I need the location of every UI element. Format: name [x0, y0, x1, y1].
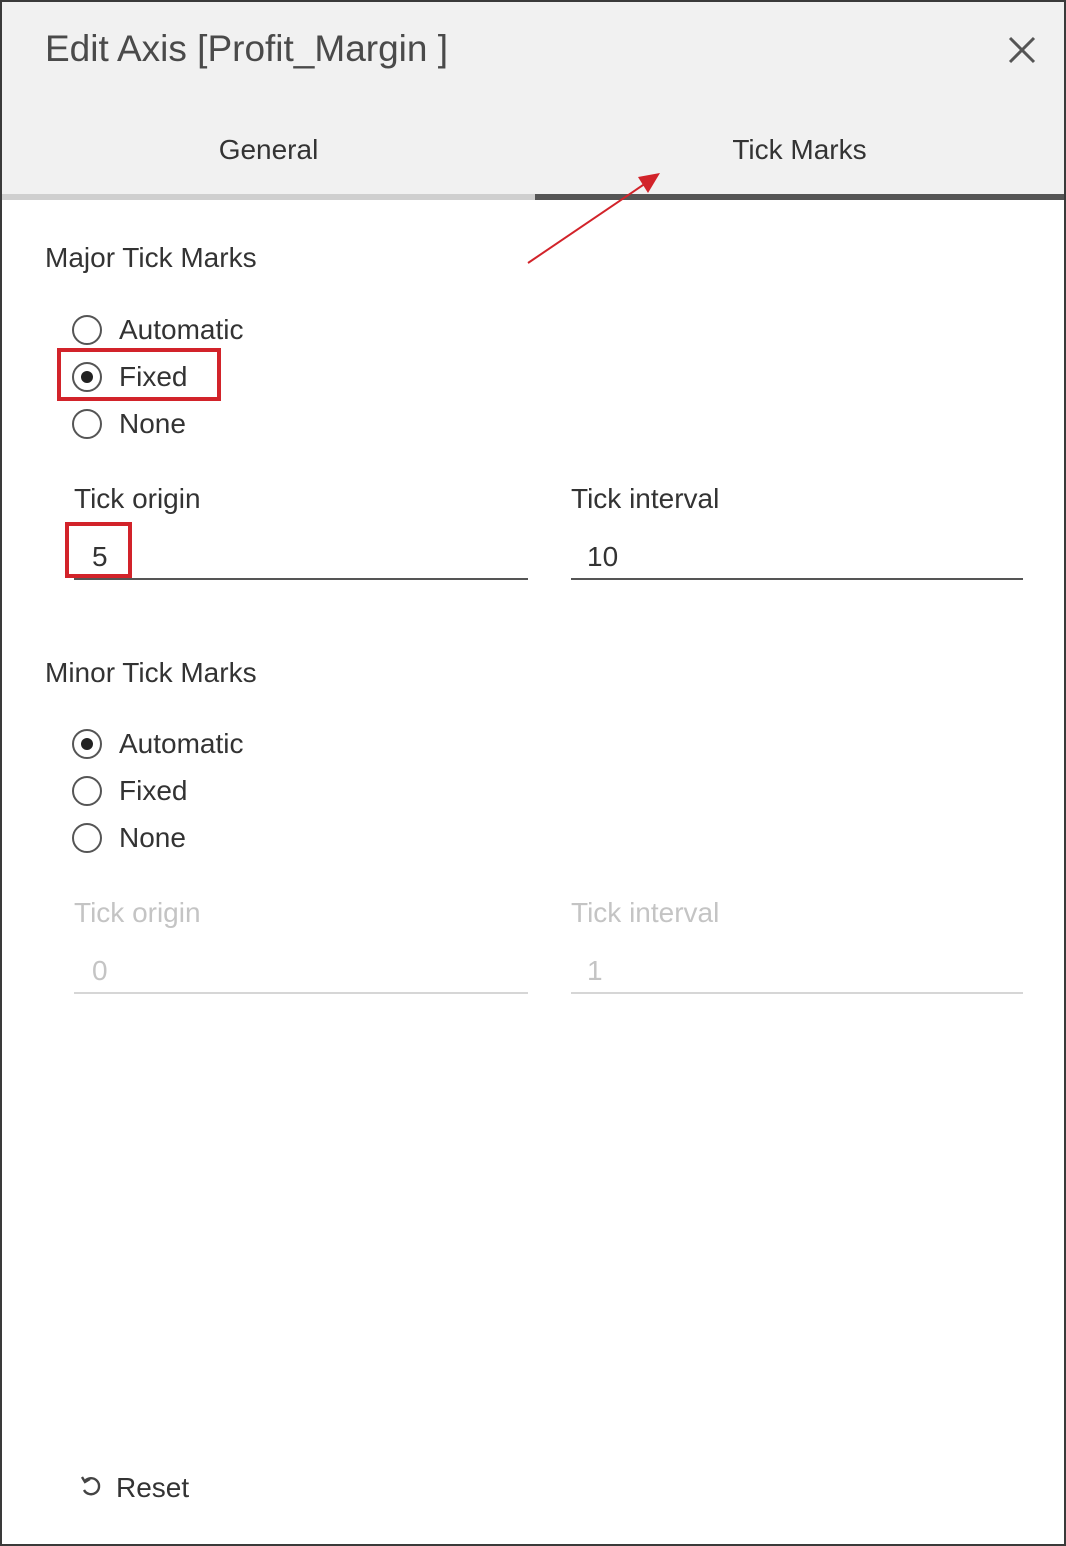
major-radio-fixed[interactable]: Fixed — [72, 357, 187, 397]
dialog-title: Edit Axis [Profit_Margin ] — [45, 28, 449, 69]
tab-general-underline — [2, 194, 535, 200]
close-icon[interactable] — [1002, 30, 1042, 70]
minor-radio-none[interactable]: None — [72, 818, 186, 858]
minor-tick-interval-input — [571, 950, 1023, 994]
major-tick-interval-label: Tick interval — [571, 483, 720, 514]
radio-label: Automatic — [119, 728, 244, 759]
major-tick-origin-input[interactable] — [74, 536, 528, 580]
minor-tick-marks-heading: Minor Tick Marks — [45, 657, 257, 688]
radio-button[interactable] — [72, 729, 102, 759]
minor-tick-origin-input — [74, 950, 528, 994]
reset-button[interactable]: Reset — [78, 1468, 189, 1508]
minor-radio-automatic[interactable]: Automatic — [72, 724, 244, 764]
tab-tick-marks[interactable]: Tick Marks — [535, 134, 1064, 174]
radio-label: Fixed — [119, 775, 188, 806]
edit-axis-dialog: Edit Axis [Profit_Margin ] General Tick … — [0, 0, 1066, 1546]
major-radio-automatic[interactable]: Automatic — [72, 310, 244, 350]
major-tick-marks-heading: Major Tick Marks — [45, 242, 257, 273]
major-tick-origin-label: Tick origin — [74, 483, 201, 514]
radio-label: None — [119, 408, 186, 439]
minor-tick-origin-label: Tick origin — [74, 897, 201, 928]
dialog-header: Edit Axis [Profit_Margin ] General Tick … — [2, 2, 1064, 200]
radio-button[interactable] — [72, 776, 102, 806]
radio-button[interactable] — [72, 823, 102, 853]
reset-icon — [78, 1473, 104, 1504]
tab-general[interactable]: General — [2, 134, 535, 174]
reset-label: Reset — [116, 1472, 190, 1503]
radio-label: Automatic — [119, 314, 244, 345]
tab-tick-marks-underline — [535, 194, 1064, 200]
radio-label: None — [119, 822, 186, 853]
major-radio-none[interactable]: None — [72, 404, 186, 444]
radio-label: Fixed — [119, 361, 188, 392]
radio-button[interactable] — [72, 315, 102, 345]
major-tick-interval-input[interactable] — [571, 536, 1023, 580]
minor-tick-interval-label: Tick interval — [571, 897, 720, 928]
radio-button[interactable] — [72, 409, 102, 439]
minor-radio-fixed[interactable]: Fixed — [72, 771, 187, 811]
radio-button[interactable] — [72, 362, 102, 392]
